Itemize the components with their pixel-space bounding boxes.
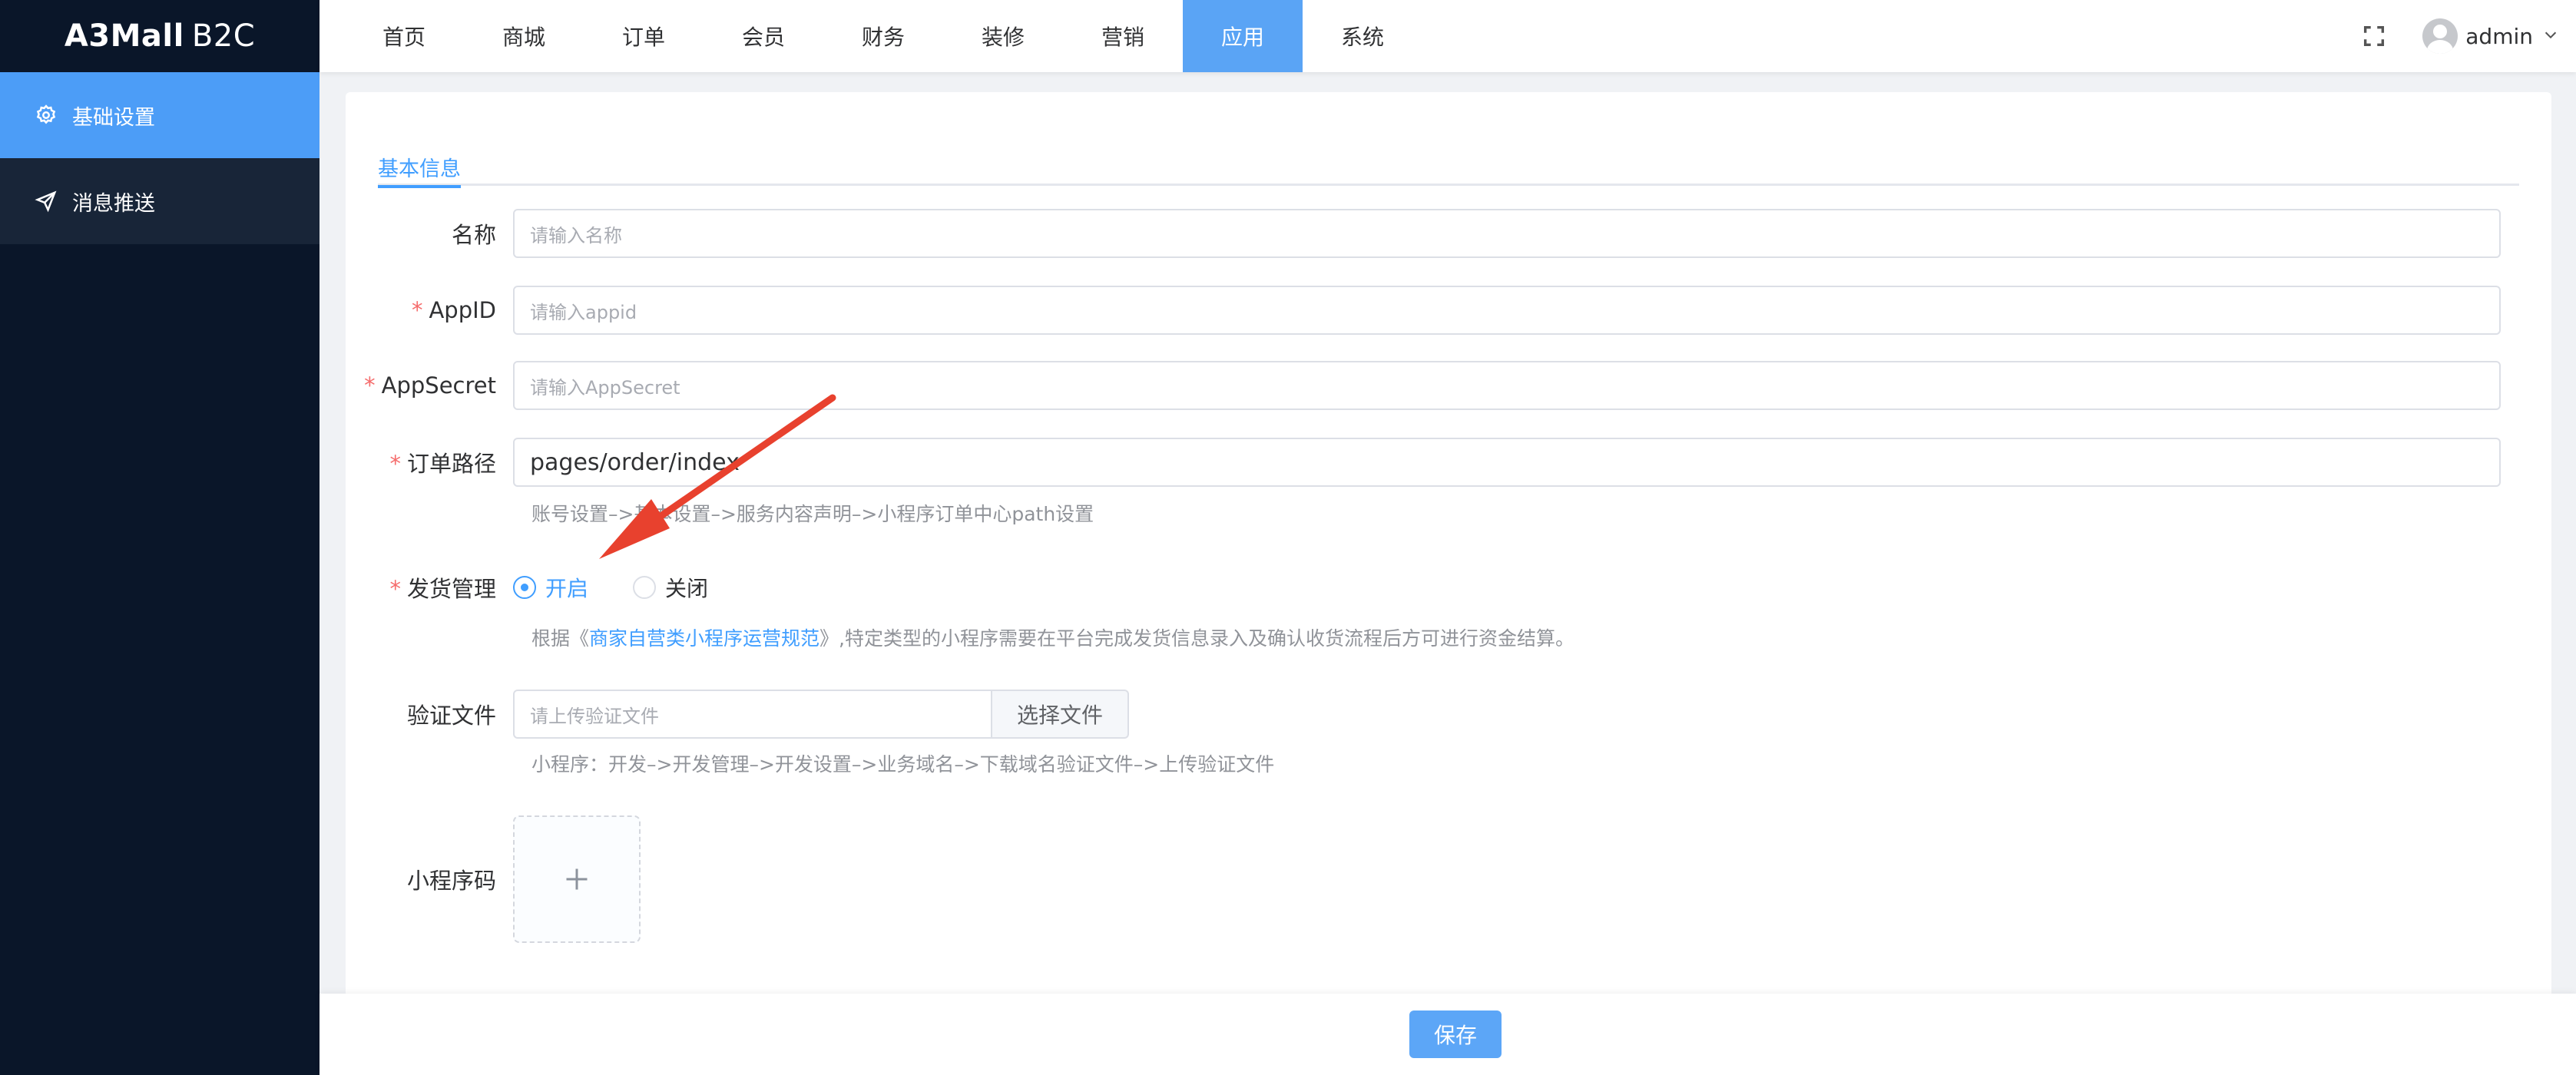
form-row-shipping: * 发货管理 开启 关闭 <box>346 568 753 607</box>
nav-item-system[interactable]: 系统 <box>1303 0 1422 72</box>
verify-file-help: 小程序：开发–>开发管理–>开发设置–>业务域名–>下载域名验证文件–>上传验证… <box>531 753 1275 776</box>
order-path-help: 账号设置–>基本设置–>服务内容声明–>小程序订单中心path设置 <box>531 503 1094 525</box>
nav-item-apps[interactable]: 应用 <box>1183 0 1303 72</box>
required-mark: * <box>389 451 401 477</box>
app-root: A3Mall B2C 基础设置 消息推送 首页 商城 订单 会员 财务 装修 营… <box>0 0 2576 1075</box>
send-icon <box>34 189 58 213</box>
nav-item-finance[interactable]: 财务 <box>823 0 943 72</box>
form-row-appid: * AppID 请输入appid <box>346 286 2501 335</box>
shipping-radio-on[interactable]: 开启 <box>513 572 588 603</box>
tab-bar: 基本信息 <box>378 138 2519 188</box>
shipping-radio-off[interactable]: 关闭 <box>633 572 708 603</box>
settings-card: 基本信息 名称 请输入名称 * AppID 请输入appid * AppSecret… <box>346 92 2551 998</box>
nav-item-marketing[interactable]: 营销 <box>1063 0 1183 72</box>
username[interactable]: admin <box>2465 24 2533 49</box>
choose-file-button[interactable]: 选择文件 <box>992 690 1129 739</box>
file-picker: 请上传验证文件 选择文件 <box>513 690 1129 739</box>
sidebar-item-label: 基础设置 <box>72 105 155 130</box>
sidebar: A3Mall B2C 基础设置 消息推送 <box>0 0 320 1075</box>
sidebar-item-message-push[interactable]: 消息推送 <box>0 158 320 244</box>
shipping-label: * 发货管理 <box>389 576 496 602</box>
shipping-help: 根据《商家自营类小程序运营规范》,特定类型的小程序需要在平台完成发货信息录入及确… <box>531 627 1574 650</box>
main-nav: 首页 商城 订单 会员 财务 装修 营销 应用 系统 <box>320 0 1422 72</box>
appid-input[interactable]: 请输入appid <box>513 286 2501 335</box>
tab-basic-info[interactable]: 基本信息 <box>378 138 461 188</box>
order-path-input[interactable]: pages/order/index <box>513 438 2501 487</box>
shipping-spec-link[interactable]: 商家自营类小程序运营规范 <box>589 627 819 650</box>
required-mark: * <box>389 576 401 602</box>
gear-icon <box>34 103 58 127</box>
footer-bar: 保存 <box>320 994 2576 1075</box>
logo-bold: A3Mall <box>64 18 184 54</box>
qrcode-label: 小程序码 <box>406 868 496 894</box>
verify-file-input[interactable]: 请上传验证文件 <box>513 690 992 739</box>
verify-file-label: 验证文件 <box>406 703 496 729</box>
nav-item-decoration[interactable]: 装修 <box>943 0 1063 72</box>
fullscreen-icon[interactable] <box>2361 23 2387 49</box>
nav-item-orders[interactable]: 订单 <box>584 0 704 72</box>
radio-label: 开启 <box>545 576 589 601</box>
logo: A3Mall B2C <box>0 0 320 72</box>
avatar[interactable] <box>2422 18 2458 54</box>
nav-item-members[interactable]: 会员 <box>704 0 823 72</box>
required-mark: * <box>411 297 423 323</box>
name-input[interactable]: 请输入名称 <box>513 209 2501 258</box>
nav-item-mall[interactable]: 商城 <box>464 0 584 72</box>
sidebar-item-label: 消息推送 <box>72 191 155 216</box>
form-row-verify-file: 验证文件 请上传验证文件 选择文件 <box>346 690 1129 739</box>
save-button[interactable]: 保存 <box>1409 1011 1502 1058</box>
plus-icon <box>566 868 588 890</box>
user-area: admin <box>2361 0 2576 72</box>
form-row-order-path: * 订单路径 pages/order/index <box>346 438 2501 487</box>
required-mark: * <box>364 372 376 399</box>
name-label: 名称 <box>451 222 496 248</box>
form-row-qrcode: 小程序码 <box>346 815 641 943</box>
order-path-label: * 订单路径 <box>389 451 496 477</box>
nav-item-home[interactable]: 首页 <box>344 0 464 72</box>
top-navbar: 首页 商城 订单 会员 财务 装修 营销 应用 系统 admin <box>320 0 2576 72</box>
radio-checked-icon <box>513 576 536 599</box>
logo-rest: B2C <box>191 18 256 54</box>
radio-label: 关闭 <box>665 576 709 601</box>
form-row-appsecret: * AppSecret 请输入AppSecret <box>346 361 2501 410</box>
appid-label: * AppID <box>411 297 496 323</box>
form-row-name: 名称 请输入名称 <box>346 209 2501 258</box>
chevron-down-icon[interactable] <box>2542 26 2559 46</box>
sidebar-item-basic-settings[interactable]: 基础设置 <box>0 72 320 158</box>
qrcode-upload[interactable] <box>513 815 641 943</box>
radio-unchecked-icon <box>633 576 657 599</box>
appsecret-label: * AppSecret <box>364 372 496 399</box>
appsecret-input[interactable]: 请输入AppSecret <box>513 361 2501 410</box>
